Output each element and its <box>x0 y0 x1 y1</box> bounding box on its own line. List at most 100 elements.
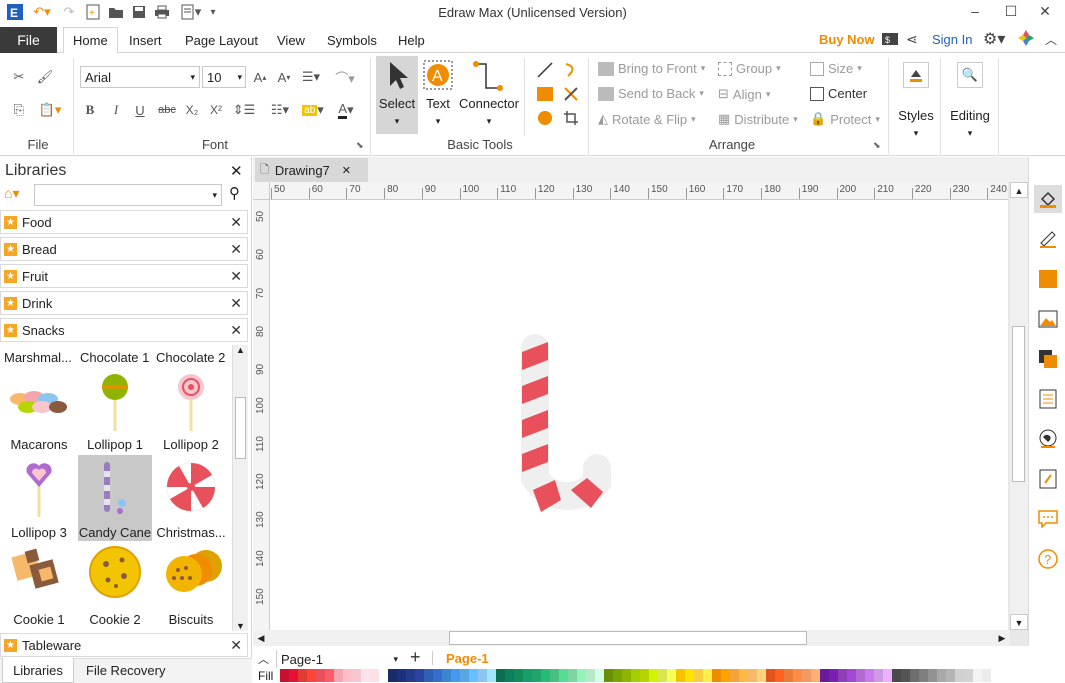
minimize-button[interactable]: – <box>958 0 992 22</box>
gear-icon[interactable]: ⚙▾ <box>983 29 1005 49</box>
tab-help[interactable]: Help <box>389 27 434 53</box>
scroll-down-icon[interactable]: ▼ <box>233 621 248 631</box>
color-swatch[interactable] <box>370 669 379 682</box>
text-tool[interactable]: A Text ▾ <box>420 58 456 136</box>
paste-icon[interactable]: 📋▾ <box>34 99 66 121</box>
print-icon[interactable] <box>153 3 171 21</box>
customize-qat-icon[interactable]: ▾ <box>207 3 219 21</box>
page-properties-icon[interactable] <box>1034 385 1062 413</box>
highlight-icon[interactable]: ab ▾ <box>300 99 326 121</box>
color-swatch[interactable] <box>595 669 604 682</box>
center-button[interactable]: Center <box>810 86 867 101</box>
color-swatch[interactable] <box>955 669 964 682</box>
size-button[interactable]: Size ▾ <box>810 61 862 76</box>
color-swatch[interactable] <box>829 669 838 682</box>
grow-font-icon[interactable]: A ▴ <box>250 66 270 88</box>
scroll-right-icon[interactable]: ▶ <box>994 630 1010 646</box>
color-swatch[interactable] <box>865 669 874 682</box>
bullets-icon[interactable]: ☷▾ <box>266 99 294 121</box>
close-icon[interactable]: ✕ <box>230 214 242 231</box>
close-button[interactable]: ✕ <box>1028 0 1062 22</box>
color-swatch[interactable] <box>676 669 685 682</box>
help-icon[interactable]: ? <box>1034 545 1062 573</box>
color-swatch[interactable] <box>694 669 703 682</box>
color-swatch[interactable] <box>406 669 415 682</box>
color-swatch[interactable] <box>757 669 766 682</box>
color-swatch[interactable] <box>280 669 289 682</box>
scroll-thumb[interactable] <box>449 631 807 645</box>
subscript-button[interactable]: X₂ <box>182 99 202 121</box>
library-category-snacks[interactable]: ★ Snacks ✕ <box>0 318 248 342</box>
color-swatch[interactable] <box>523 669 532 682</box>
color-swatch[interactable] <box>586 669 595 682</box>
color-swatch[interactable] <box>379 669 388 682</box>
color-swatch[interactable] <box>667 669 676 682</box>
add-page-button[interactable]: + <box>410 647 421 668</box>
color-swatch[interactable] <box>451 669 460 682</box>
color-swatch[interactable] <box>802 669 811 682</box>
text-direction-icon[interactable]: ⌒▾ <box>330 66 360 88</box>
rectangle-tool-icon[interactable] <box>534 84 556 104</box>
shrink-font-icon[interactable]: A ▾ <box>274 66 294 88</box>
color-swatch[interactable] <box>982 669 991 682</box>
candy-cane-shape[interactable] <box>515 330 615 525</box>
library-item[interactable]: Macarons <box>2 367 76 453</box>
tab-page-layout[interactable]: Page Layout <box>176 27 267 53</box>
superscript-button[interactable]: X² <box>206 99 226 121</box>
protect-button[interactable]: 🔒 Protect ▾ <box>810 111 880 127</box>
color-swatch[interactable] <box>721 669 730 682</box>
group-button[interactable]: Group ▾ <box>718 61 781 76</box>
close-icon[interactable]: ✕ <box>230 241 242 258</box>
strikethrough-button[interactable]: abc <box>154 99 180 121</box>
arrange-dialog-launcher-icon[interactable]: ⬊ <box>873 140 881 151</box>
library-item[interactable]: Cookie 2 <box>78 542 152 628</box>
color-swatch[interactable] <box>739 669 748 682</box>
line-spacing-icon[interactable]: ⇕☰ <box>230 99 258 121</box>
text-align-icon[interactable]: ☰▾ <box>298 66 324 88</box>
line-style-icon[interactable] <box>1034 225 1062 253</box>
color-swatch[interactable] <box>883 669 892 682</box>
color-swatch[interactable] <box>685 669 694 682</box>
align-button[interactable]: ⊟ Align ▾ <box>718 86 770 102</box>
color-swatch[interactable] <box>514 669 523 682</box>
library-category-bread[interactable]: ★ Bread ✕ <box>0 237 248 261</box>
color-swatch[interactable] <box>478 669 487 682</box>
select-tool[interactable]: Select ▾ <box>376 56 418 134</box>
format-painter-icon[interactable]: 🖌 <box>34 66 56 88</box>
scroll-up-icon[interactable]: ▲ <box>233 345 248 355</box>
color-swatch[interactable] <box>856 669 865 682</box>
color-swatch[interactable] <box>892 669 901 682</box>
italic-button[interactable]: I <box>106 99 126 121</box>
bring-to-front-button[interactable]: Bring to Front ▾ <box>598 61 705 76</box>
color-swatch[interactable] <box>847 669 856 682</box>
color-swatch[interactable] <box>577 669 586 682</box>
color-swatch[interactable] <box>496 669 505 682</box>
library-scrollbar[interactable]: ▲ ▼ <box>232 345 248 631</box>
move-tool-icon[interactable] <box>560 84 582 104</box>
color-theme-icon[interactable] <box>1018 30 1034 46</box>
library-item[interactable]: Christmas... <box>154 455 228 541</box>
ellipse-tool-icon[interactable] <box>534 108 556 128</box>
attachment-icon[interactable] <box>1034 465 1062 493</box>
libraries-close-icon[interactable]: ✕ <box>230 162 243 180</box>
collapse-pages-icon[interactable]: ︿ <box>258 651 269 667</box>
color-swatch[interactable] <box>964 669 973 682</box>
buy-now-link[interactable]: Buy Now <box>819 32 875 47</box>
color-swatch[interactable] <box>658 669 667 682</box>
font-color-icon[interactable]: A ▾ <box>334 99 358 121</box>
color-swatch[interactable] <box>334 669 343 682</box>
tab-file-recovery[interactable]: File Recovery <box>86 663 165 678</box>
fill-icon[interactable] <box>1034 185 1062 213</box>
color-swatch[interactable] <box>505 669 514 682</box>
color-swatch[interactable] <box>415 669 424 682</box>
vertical-scrollbar[interactable]: ▲ ▼ <box>1010 182 1028 630</box>
color-swatch[interactable] <box>928 669 937 682</box>
library-category-food[interactable]: ★ Food ✕ <box>0 210 248 234</box>
color-swatch[interactable] <box>649 669 658 682</box>
globe-icon[interactable] <box>1034 425 1062 453</box>
cut-icon[interactable]: ✂ <box>8 66 30 88</box>
editing-button[interactable]: 🔍 Editing ▾ <box>944 58 996 144</box>
color-swatch[interactable] <box>712 669 721 682</box>
page-tab-active[interactable]: Page-1 <box>446 651 489 666</box>
font-dialog-launcher-icon[interactable]: ⬊ <box>356 140 364 151</box>
